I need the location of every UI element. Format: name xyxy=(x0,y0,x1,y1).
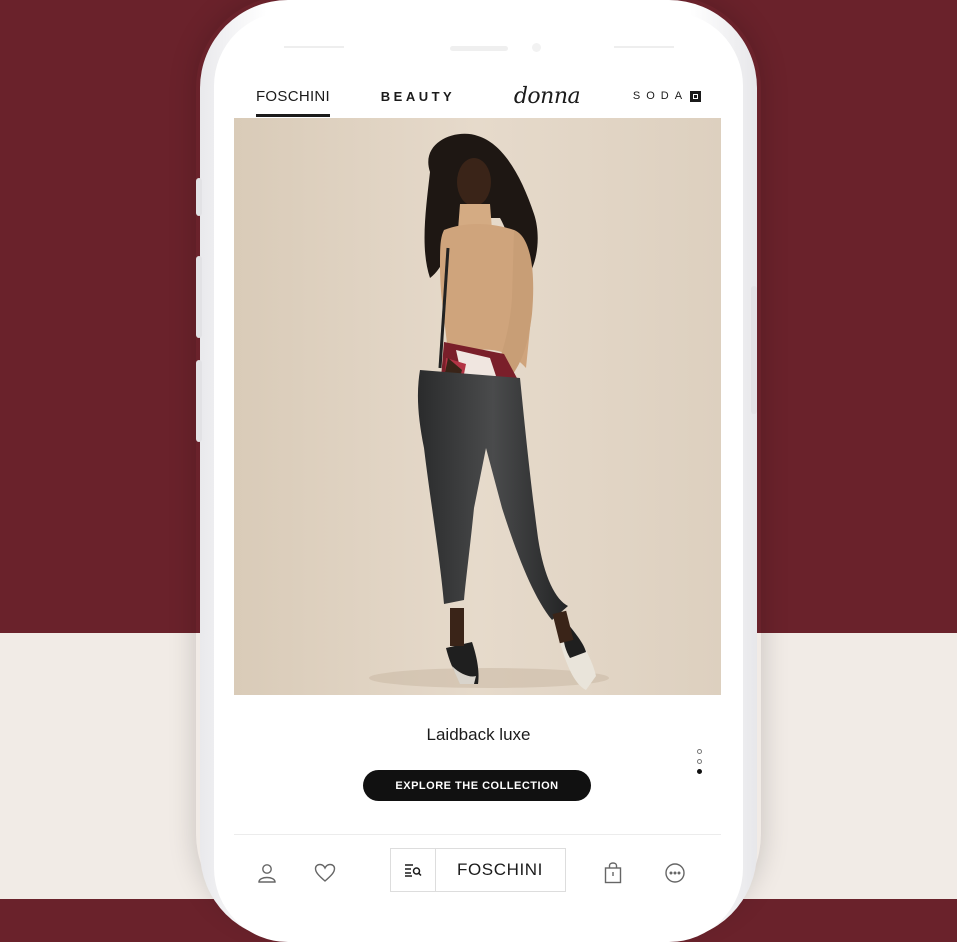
notch-edge-right xyxy=(614,46,674,48)
tab-soda-label: SODA xyxy=(632,90,689,102)
tab-soda[interactable]: SODA xyxy=(617,74,717,118)
tab-foschini[interactable]: FOSCHINI xyxy=(252,74,334,118)
bottom-divider xyxy=(234,834,721,835)
explore-collection-button[interactable]: EXPLORE THE COLLECTION xyxy=(363,770,591,801)
phone-camera xyxy=(532,43,541,52)
hero-caption: Laidback luxe xyxy=(426,725,531,744)
active-tab-indicator xyxy=(256,114,330,117)
tab-beauty-label: BEAUTY xyxy=(380,88,456,104)
phone-speaker xyxy=(450,46,508,51)
carousel-dot[interactable] xyxy=(697,749,702,754)
search-menu-icon[interactable] xyxy=(391,849,436,891)
shopping-bag-icon[interactable] xyxy=(598,858,628,888)
phone-volume-up-button xyxy=(196,256,202,338)
soda-logo-mark-icon xyxy=(690,90,702,102)
hero-image[interactable] xyxy=(234,118,721,695)
tab-donna-label: donna xyxy=(513,83,581,109)
brand-selector-label: FOSCHINI xyxy=(456,860,544,879)
carousel-dot-active[interactable] xyxy=(697,769,702,774)
phone-screen: FOSCHINI BEAUTY donna SODA Laidback luxe… xyxy=(214,12,743,942)
tab-foschini-label: FOSCHINI xyxy=(255,87,331,105)
carousel-dots xyxy=(697,749,703,779)
tab-beauty[interactable]: BEAUTY xyxy=(372,74,464,118)
notch-edge-left xyxy=(284,46,344,48)
model-illustration xyxy=(234,118,721,695)
brand-selector[interactable]: FOSCHINI xyxy=(390,848,566,892)
phone-power-button xyxy=(751,286,757,414)
wishlist-heart-icon[interactable] xyxy=(310,858,340,888)
phone-mute-switch xyxy=(196,178,202,216)
more-options-icon[interactable] xyxy=(660,858,690,888)
bottom-nav-bar: FOSCHINI xyxy=(214,848,743,898)
phone-volume-down-button xyxy=(196,360,202,442)
account-icon[interactable] xyxy=(252,858,282,888)
tab-donna[interactable]: donna xyxy=(502,74,592,118)
carousel-dot[interactable] xyxy=(697,759,702,764)
